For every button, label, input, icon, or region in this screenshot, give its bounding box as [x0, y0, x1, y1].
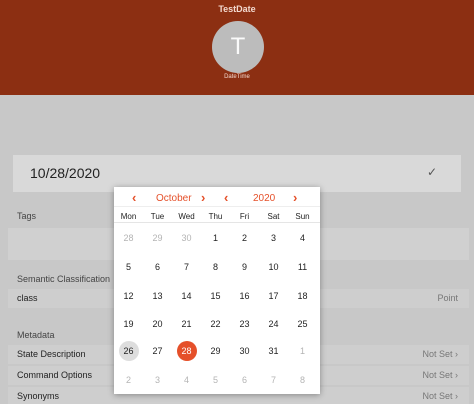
row-label: State Description	[17, 349, 86, 359]
calendar-day[interactable]: 25	[288, 314, 317, 334]
calendar-day[interactable]: 5	[114, 257, 143, 277]
calendar-day[interactable]: 22	[201, 314, 230, 334]
calendar-day[interactable]: 20	[143, 314, 172, 334]
weekday-label: Fri	[239, 212, 250, 221]
calendar-day[interactable]: 18	[288, 286, 317, 306]
section-metadata: Metadata	[17, 330, 55, 340]
row-label: class	[17, 293, 38, 303]
weekday-label: Sat	[267, 212, 280, 221]
year-label[interactable]: 2020	[253, 193, 275, 204]
calendar-day[interactable]: 6	[143, 257, 172, 277]
calendar-day[interactable]: 2	[230, 228, 259, 248]
calendar-day[interactable]: 31	[259, 341, 288, 361]
month-label[interactable]: October	[156, 193, 192, 204]
prev-month-button[interactable]: ‹	[132, 190, 136, 205]
next-year-button[interactable]: ›	[293, 190, 297, 205]
section-semantic: Semantic Classification	[17, 274, 111, 284]
calendar-day[interactable]: 21	[172, 314, 201, 334]
calendar-day[interactable]: 4	[172, 370, 201, 390]
avatar-caption: DateTime	[224, 74, 250, 80]
calendar-day[interactable]: 8	[201, 257, 230, 277]
calendar-day[interactable]: 3	[143, 370, 172, 390]
calendar-day[interactable]: 2	[114, 370, 143, 390]
calendar-day[interactable]: 5	[201, 370, 230, 390]
calendar-day[interactable]: 28	[114, 228, 143, 248]
row-value: Not Set ›	[422, 349, 458, 359]
app-header: TestDate T DateTime	[0, 0, 474, 95]
calendar-day[interactable]: 15	[201, 286, 230, 306]
page-title: TestDate	[218, 4, 256, 14]
row-value: Point	[437, 293, 458, 303]
calendar-day[interactable]: 7	[172, 257, 201, 277]
calendar-day[interactable]: 14	[172, 286, 201, 306]
calendar-day[interactable]: 12	[114, 286, 143, 306]
row-value: Not Set ›	[422, 391, 458, 401]
avatar: T	[212, 21, 264, 73]
row-value: Not Set ›	[422, 370, 458, 380]
section-tags: Tags	[17, 211, 37, 221]
calendar-day[interactable]: 19	[114, 314, 143, 334]
calendar-day[interactable]: 29	[201, 341, 230, 361]
divider	[114, 222, 320, 223]
calendar-day[interactable]: 17	[259, 286, 288, 306]
weekday-label: Wed	[178, 212, 195, 221]
weekday-label: Sun	[295, 212, 310, 221]
calendar-day[interactable]: 9	[230, 257, 259, 277]
calendar-day[interactable]: 3	[259, 228, 288, 248]
calendar-day[interactable]: 11	[288, 257, 317, 277]
calendar-day[interactable]: 27	[143, 341, 172, 361]
calendar-day[interactable]: 16	[230, 286, 259, 306]
calendar-day[interactable]: 26	[114, 341, 143, 361]
weekday-label: Tue	[150, 212, 165, 221]
next-month-button[interactable]: ›	[201, 190, 205, 205]
calendar-day[interactable]: 23	[230, 314, 259, 334]
calendar-day[interactable]: 7	[259, 370, 288, 390]
weekday-label: Mon	[120, 212, 137, 221]
row-label: Synonyms	[17, 391, 60, 401]
divider	[114, 206, 320, 207]
prev-year-button[interactable]: ‹	[224, 190, 228, 205]
calendar-day[interactable]: 1	[288, 341, 317, 361]
calendar-day[interactable]: 29	[143, 228, 172, 248]
calendar-day[interactable]: 4	[288, 228, 317, 248]
calendar-day[interactable]: 1	[201, 228, 230, 248]
date-picker-popup: ‹ October › ‹ 2020 › Mon Tue Wed Thu Fri Sat S…	[114, 187, 320, 394]
calendar-day[interactable]: 28	[172, 341, 201, 361]
calendar-day[interactable]: 13	[143, 286, 172, 306]
calendar-day[interactable]: 8	[288, 370, 317, 390]
weekday-label: Thu	[208, 212, 223, 221]
calendar-day[interactable]: 24	[259, 314, 288, 334]
calendar-day[interactable]: 30	[230, 341, 259, 361]
calendar-day[interactable]: 30	[172, 228, 201, 248]
calendar-day[interactable]: 6	[230, 370, 259, 390]
check-icon[interactable]: ✓	[427, 165, 437, 179]
date-value[interactable]: 10/28/2020	[30, 165, 100, 181]
calendar-day[interactable]: 10	[259, 257, 288, 277]
row-label: Command Options	[17, 370, 93, 380]
